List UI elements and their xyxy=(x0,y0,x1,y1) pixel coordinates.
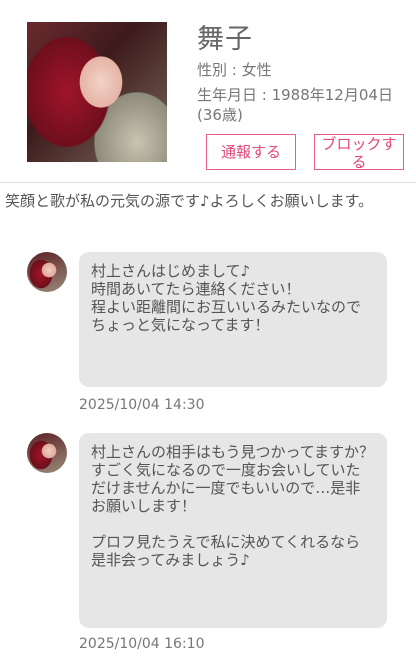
sender-avatar[interactable] xyxy=(27,433,67,473)
message-bubble: 村上さんはじめまして♪ 時間あいてたら連絡ください！ 程よい距離間にお互いいるみ… xyxy=(79,252,387,387)
profile-birthday: 生年月日 : 1988年12月04日(36歳) xyxy=(197,86,393,124)
report-button[interactable]: 通報する xyxy=(206,134,296,170)
block-button[interactable]: ブロックする xyxy=(314,134,404,170)
profile-name: 舞子 xyxy=(197,24,253,55)
message-timestamp: 2025/10/04 14:30 xyxy=(79,397,205,413)
profile-photo xyxy=(27,22,167,162)
profile-gender: 性別 : 女性 xyxy=(197,61,272,79)
divider xyxy=(0,182,416,183)
message-timestamp: 2025/10/04 16:10 xyxy=(79,636,205,652)
profile-bio: 笑顔と歌が私の元気の源です♪よろしくお願いします。 xyxy=(5,192,374,210)
message-bubble: 村上さんの相手はもう見つかってますか？ すごく気になるので一度お会いしていただけ… xyxy=(79,433,387,628)
sender-avatar[interactable] xyxy=(27,252,67,292)
